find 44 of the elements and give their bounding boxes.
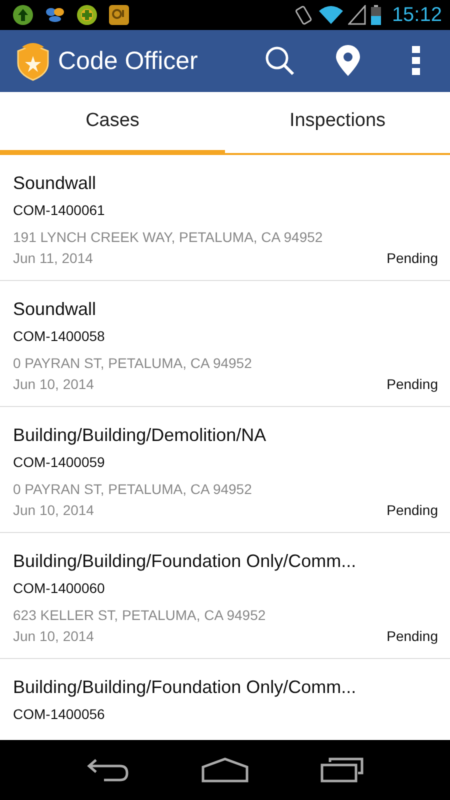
- case-address: 623 KELLER ST, PETALUMA, CA 94952: [13, 606, 267, 624]
- case-title: Building/Building/Foundation Only/Comm...: [13, 676, 358, 699]
- app-title: Code Officer: [58, 46, 198, 76]
- case-status: Pending: [386, 627, 438, 645]
- case-list-item[interactable]: Building/Building/Demolition/NA COM-1400059 0 PAYRAN ST, PETALUMA, CA 94952 Jun 10, 2014 Pending: [0, 407, 450, 533]
- case-date: Jun 11, 2014: [13, 249, 93, 267]
- signal-icon: [348, 5, 366, 25]
- status-time: 15:12: [392, 4, 442, 26]
- case-address: 191 LYNCH CREEK WAY, PETALUMA, CA 94952: [13, 228, 324, 246]
- case-title: Building/Building/Demolition/NA: [13, 424, 268, 447]
- case-date: Jun 10, 2014: [13, 375, 94, 393]
- battery-icon: [370, 4, 381, 26]
- case-title: Soundwall: [13, 298, 98, 321]
- case-status: Pending: [386, 501, 438, 519]
- search-icon: [264, 45, 296, 77]
- more-icon: [412, 46, 420, 76]
- case-number: COM-1400056: [13, 705, 106, 723]
- home-icon: [200, 757, 249, 783]
- case-number: COM-1400061: [13, 201, 106, 219]
- case-number: COM-1400058: [13, 327, 106, 345]
- upload-icon: [12, 4, 34, 26]
- case-list-item[interactable]: Soundwall COM-1400058 0 PAYRAN ST, PETALUMA, CA 94952 Jun 10, 2014 Pending: [0, 281, 450, 407]
- case-list-item[interactable]: Soundwall COM-1400061 191 LYNCH CREEK WAY, PETALUMA, CA 94952 Jun 11, 2014 Pending: [0, 155, 450, 281]
- recents-icon: [320, 757, 364, 783]
- case-date: Jun 10, 2014: [13, 501, 94, 519]
- back-icon: [86, 757, 130, 783]
- app-icon: [108, 4, 130, 26]
- recents-button[interactable]: [320, 757, 364, 783]
- case-list-item[interactable]: Building/Building/Foundation Only/Comm... COM-1400060 623 KELLER ST, PETALUMA, CA 94952 Jun 10, 2014 Pending: [0, 533, 450, 659]
- case-number: COM-1400060: [13, 579, 106, 597]
- case-address: 0 PAYRAN ST, PETALUMA, CA 94952: [13, 480, 253, 498]
- wifi-icon: [318, 5, 343, 25]
- map-pin-icon: [335, 45, 361, 77]
- vibrate-icon: [294, 4, 314, 26]
- case-date: Jun 10, 2014: [13, 627, 94, 645]
- case-address: 0 PAYRAN ST, PETALUMA, CA 94952: [13, 354, 253, 372]
- home-button[interactable]: [200, 757, 249, 783]
- case-title: Soundwall: [13, 172, 98, 195]
- back-button[interactable]: [86, 757, 130, 783]
- case-title: Building/Building/Foundation Only/Comm...: [13, 550, 358, 573]
- case-status: Pending: [386, 375, 438, 393]
- case-status: Pending: [386, 249, 438, 267]
- plus-icon: [76, 4, 98, 26]
- case-number: COM-1400059: [13, 453, 106, 471]
